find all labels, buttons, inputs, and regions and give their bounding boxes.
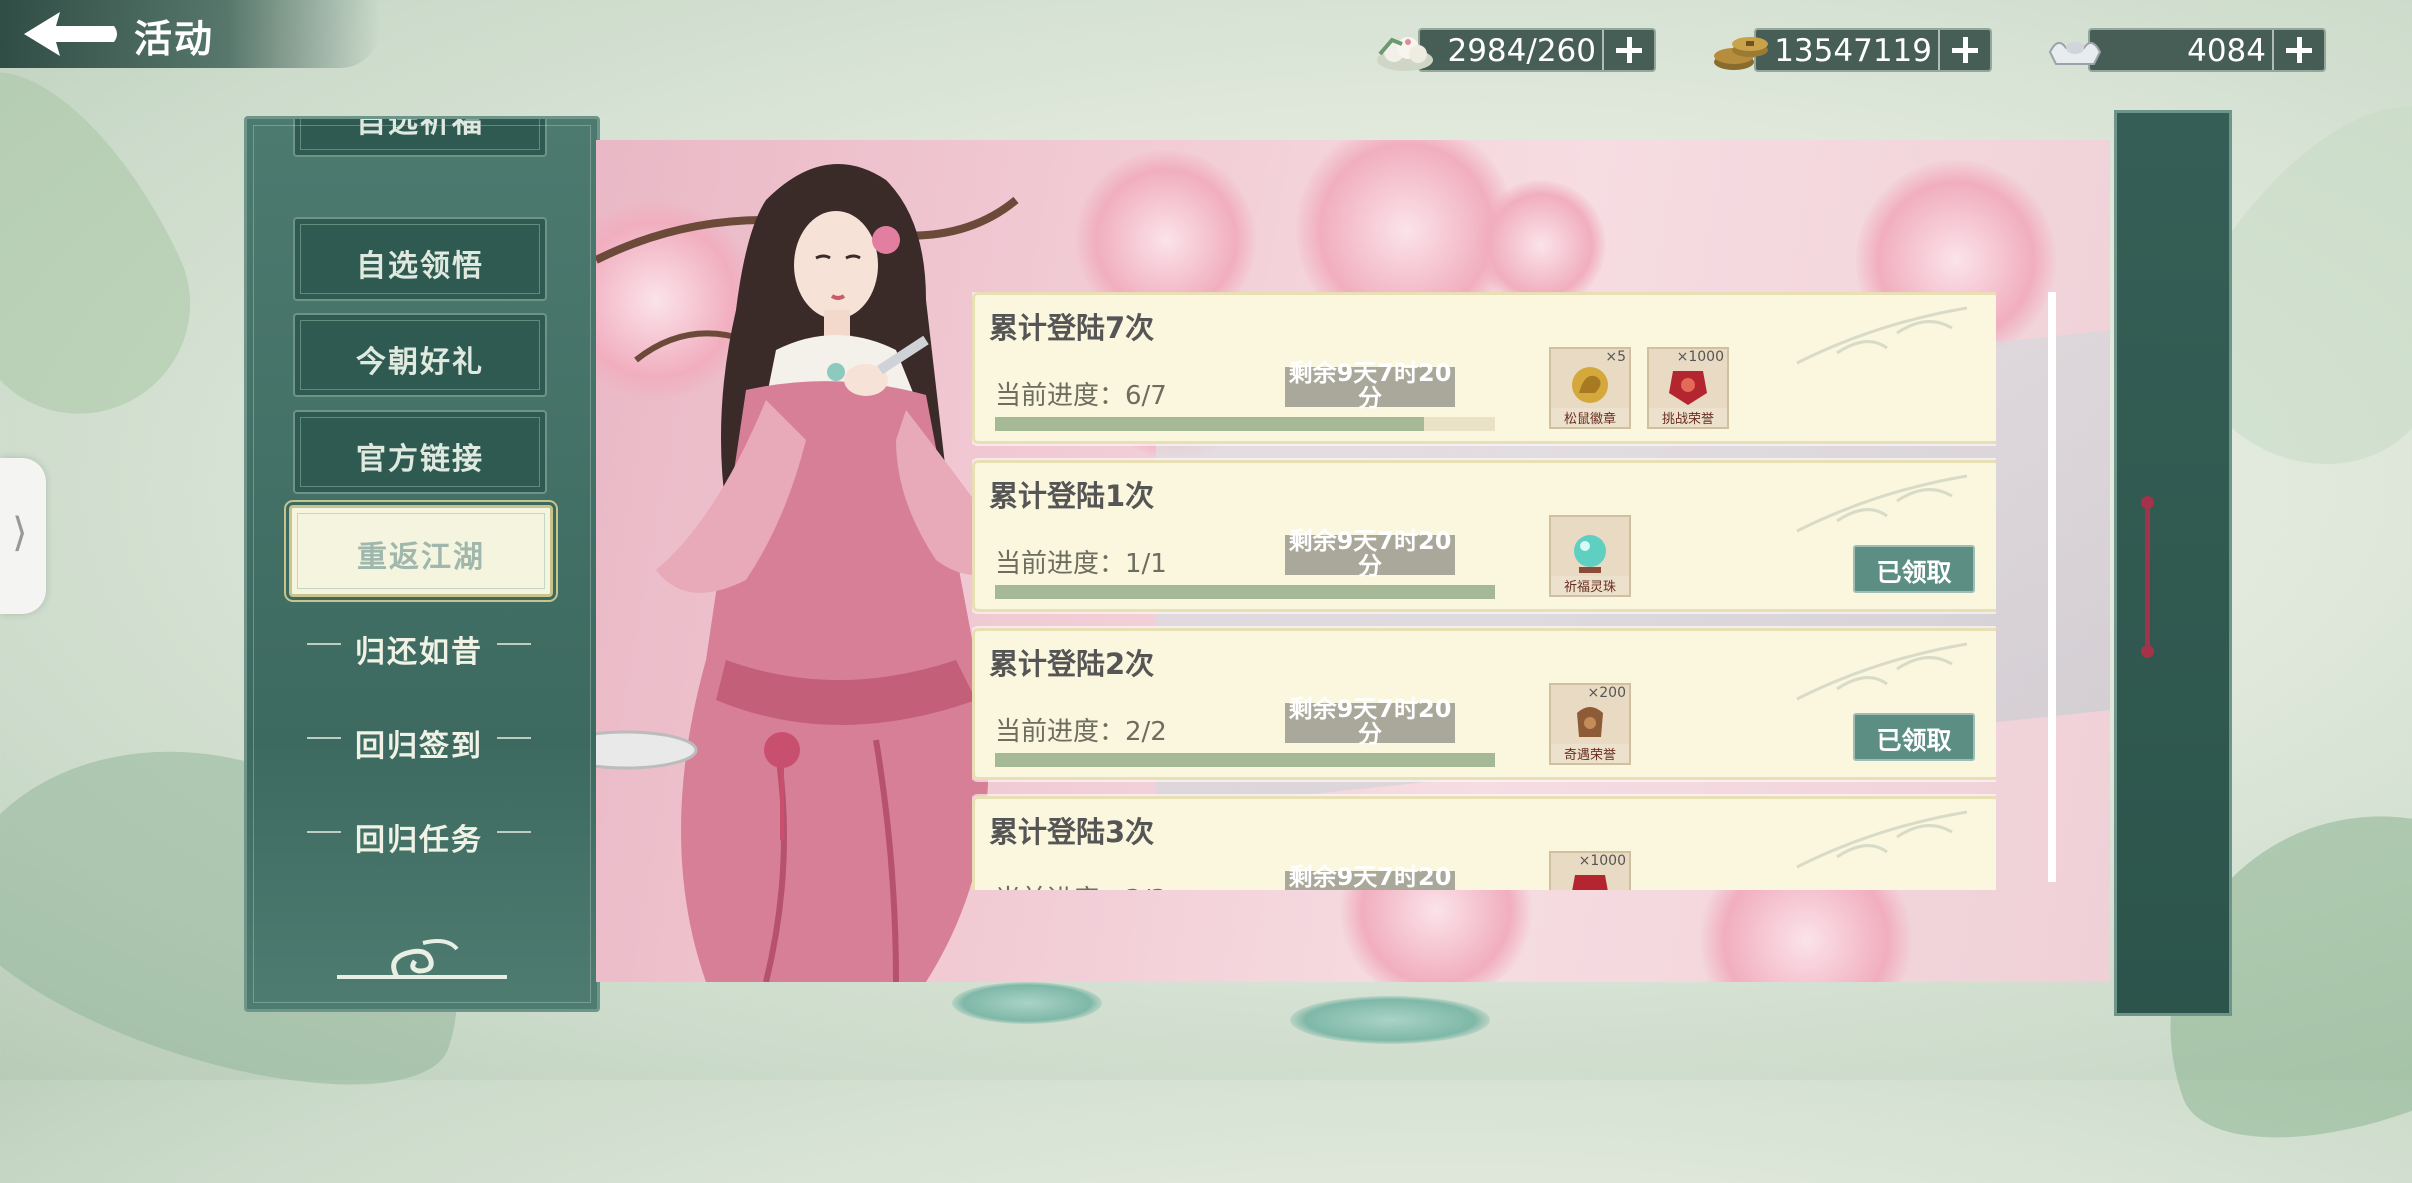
blessing-orb-icon: [1574, 535, 1606, 573]
currency-stamina: 2984/260: [1377, 28, 1656, 72]
progress-bar: [995, 417, 1495, 431]
progress-fill: [995, 753, 1495, 767]
timer-text: 剩余9天7时20分: [1288, 695, 1452, 748]
quest-title: 累计登陆7次: [989, 311, 1155, 345]
remaining-time: 剩余9天7时20分: [1285, 697, 1455, 747]
currency-value: 2984/260: [1447, 33, 1596, 69]
claimed-button[interactable]: 已领取: [1853, 545, 1975, 593]
progress-label: 当前进度：2/2: [995, 717, 1167, 747]
menu-item-label: 重返江湖: [357, 540, 485, 575]
quest-card: 累计登陆3次 当前进度：3/3 剩余9天7时20 ×1000: [972, 796, 1996, 890]
remaining-time: 剩余9天7时20分: [1285, 529, 1455, 579]
quest-title: 累计登陆1次: [989, 479, 1155, 513]
quest-title: 累计登陆2次: [989, 647, 1155, 681]
bamboo-decoration: [1796, 810, 1968, 869]
reward-count: ×200: [1587, 685, 1626, 701]
remaining-time: 剩余9天7时20: [1285, 865, 1455, 890]
dumpling-icon: [1377, 37, 1433, 71]
currency-coins: 13547119: [1714, 28, 1992, 72]
reward-name: 祈福灵珠: [1551, 576, 1629, 595]
menu-item-label: 自选祈福: [356, 116, 484, 140]
timer-text: 剩余9天7时20分: [1288, 359, 1452, 412]
menu-item-custom-insight[interactable]: 自选领悟: [293, 217, 547, 301]
coins-icon: [1714, 37, 1768, 70]
claimed-label: 已领取: [1876, 558, 1952, 587]
reward-item[interactable]: 祈福灵珠: [1549, 515, 1631, 597]
bamboo-decoration: [1796, 642, 1968, 701]
menu-item-return-as-before[interactable]: 归还如昔: [247, 619, 591, 670]
menu-item-return-sign-in[interactable]: 回归签到: [247, 713, 591, 764]
blossom-decoration: [1476, 180, 1606, 310]
currency-value: 13547119: [1774, 33, 1932, 69]
progress-bar: [995, 585, 1495, 599]
reward-item[interactable]: ×200 奇遇荣誉: [1549, 683, 1631, 765]
progress-fill: [995, 585, 1495, 599]
challenge-honor-icon: [1572, 875, 1608, 890]
menu-item-label: 今朝好礼: [356, 345, 484, 380]
back-arrow-icon: [24, 12, 117, 56]
progress-label: 当前进度：6/7: [995, 381, 1167, 411]
reward-name: 松鼠徽章: [1551, 408, 1629, 427]
reward-count: ×5: [1605, 349, 1626, 365]
page-title: 活动: [134, 17, 215, 61]
add-silver-button[interactable]: [2272, 30, 2324, 70]
bamboo-decoration: [1796, 474, 1968, 533]
menu-item-label: 回归签到: [355, 729, 483, 764]
quest-card: 累计登陆7次 当前进度：6/7 剩余9天7时20分 ×5 松鼠徽章 ×1000 …: [972, 292, 1996, 444]
menu-item-label: 归还如昔: [355, 635, 483, 670]
side-drawer-tab[interactable]: ⟩: [0, 458, 46, 614]
back-button[interactable]: [16, 6, 126, 62]
quest-card: 累计登陆2次 当前进度：2/2 剩余9天7时20分 ×200 奇遇荣誉 已领取: [972, 628, 1996, 780]
background-leaf: [0, 30, 226, 450]
quest-title: 累计登陆3次: [989, 815, 1155, 849]
silver-ingot-icon: [2048, 41, 2102, 65]
remaining-time: 剩余9天7时20分: [1285, 361, 1455, 411]
reward-item[interactable]: ×5 松鼠徽章: [1549, 347, 1631, 429]
timer-text: 剩余9天7时20分: [1288, 527, 1452, 580]
lily-pad: [1290, 996, 1490, 1044]
cloud-swirl-icon: [337, 939, 507, 979]
bamboo-decoration: [1796, 306, 1968, 365]
menu-item-return-tasks[interactable]: 回归任务: [247, 807, 591, 858]
menu-item-label: 自选领悟: [356, 249, 484, 284]
reward-count: ×1000: [1676, 349, 1724, 365]
add-stamina-button[interactable]: [1602, 30, 1654, 70]
encounter-honor-icon: [1577, 707, 1603, 737]
quest-list-scrollbar[interactable]: [2048, 292, 2056, 882]
progress-bar: [995, 753, 1495, 767]
activity-menu: 自选祈福 自选领悟 今朝好礼 官方链接 重返江湖 归还如昔 回归签到 回归任务: [244, 116, 600, 1012]
currency-silver: 4084: [2048, 28, 2326, 72]
quest-card: 累计登陆1次 当前进度：1/1 剩余9天7时20分 祈福灵珠 已领取: [972, 460, 1996, 612]
progress-fill: [995, 417, 1424, 431]
currency-value: 4084: [2187, 33, 2266, 69]
reward-name: 挑战荣誉: [1649, 408, 1727, 427]
menu-item-label: 回归任务: [355, 823, 483, 858]
menu-item-official-link[interactable]: 官方链接: [293, 410, 547, 494]
panel-scroll-indicator: [2141, 496, 2154, 658]
quest-list[interactable]: 累计登陆7次 当前进度：6/7 剩余9天7时20分 ×5 松鼠徽章 ×1000 …: [972, 292, 1996, 890]
menu-item-label: 官方链接: [356, 442, 484, 477]
top-bar: 活动 2984/260 13547119 4084: [0, 0, 2412, 72]
progress-label: 当前进度：3/3: [995, 879, 1167, 890]
menu-item-daily-gift[interactable]: 今朝好礼: [293, 313, 547, 397]
reward-count: ×1000: [1578, 853, 1626, 869]
timer-text: 剩余9天7时20: [1288, 863, 1452, 890]
menu-item-custom-prayer[interactable]: 自选祈福: [293, 116, 547, 157]
claimed-button[interactable]: 已领取: [1853, 713, 1975, 761]
reward-name: 奇遇荣誉: [1551, 744, 1629, 763]
challenge-honor-icon: [1669, 371, 1707, 405]
claimed-label: 已领取: [1876, 726, 1952, 755]
chevron-right-icon: ⟩: [12, 510, 28, 556]
squirrel-badge-icon: [1572, 367, 1608, 403]
reward-item[interactable]: ×1000 挑战荣誉: [1647, 347, 1729, 429]
reward-item[interactable]: ×1000: [1549, 851, 1631, 890]
progress-label: 当前进度：1/1: [995, 549, 1167, 579]
right-side-panel: [2114, 110, 2232, 1016]
menu-item-return-jianghu[interactable]: 重返江湖: [289, 505, 553, 597]
add-coins-button[interactable]: [1938, 30, 1990, 70]
lily-pad: [952, 982, 1102, 1024]
